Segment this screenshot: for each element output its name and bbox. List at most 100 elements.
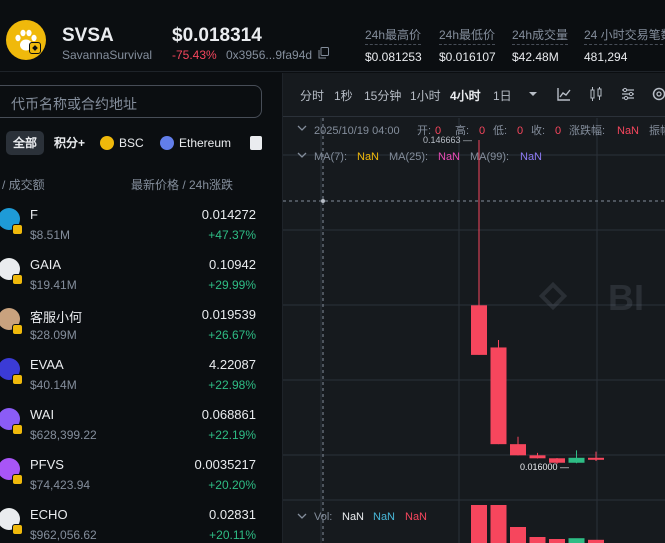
- stat-value: $0.016107: [439, 50, 496, 64]
- chevron-down-icon[interactable]: [525, 86, 541, 102]
- chart-panel: 分时 1秒 15分钟 1小时 4小时 1日 BI 2025/10/19 04:0…: [282, 73, 665, 543]
- token-row-price: 0.02831: [209, 507, 256, 522]
- high-price-label: 0.146663 —: [423, 135, 472, 145]
- token-row-change: +20.20%: [208, 478, 256, 492]
- column-header-price-change[interactable]: 最新价格 / 24h涨跌: [131, 176, 233, 193]
- tab-timeframe-1h[interactable]: 1小时: [410, 87, 441, 104]
- token-row[interactable]: GAIA $19.41M 0.10942 +29.99%: [0, 252, 268, 302]
- settings-sliders-icon[interactable]: [620, 86, 636, 102]
- filter-points[interactable]: 积分+: [54, 131, 85, 155]
- ma25-label: MA(25):: [389, 151, 428, 163]
- token-row-volume: $74,423.94: [30, 478, 91, 492]
- candles: [471, 140, 604, 464]
- token-row-volume: $962,056.62: [30, 528, 97, 542]
- token-row-change: +22.19%: [208, 428, 256, 442]
- token-row-change: +26.67%: [208, 328, 256, 342]
- ma99-label: MA(99):: [470, 151, 509, 163]
- token-row-price: 0.019539: [201, 307, 256, 322]
- filter-ethereum[interactable]: Ethereum: [160, 131, 231, 155]
- candlestick-chart[interactable]: BI 2025/10/19 04:00 开: 0 高: 0 低: 0 收: 0 …: [283, 118, 665, 543]
- stat-label: 24h最低价: [439, 26, 496, 45]
- volume-bar: [549, 539, 565, 543]
- token-list-panel: 代币名称或合约地址 全部 积分+ BSC Ethereum / 成交额 最新价格…: [0, 73, 274, 543]
- bsc-chain-badge: [12, 424, 23, 435]
- vol-label: Vol:: [314, 511, 332, 523]
- volume-bar: [529, 537, 546, 543]
- token-row-volume: $19.41M: [30, 278, 77, 292]
- token-row[interactable]: PFVS $74,423.94 0.0035217 +20.20%: [0, 452, 268, 502]
- vol-value-2: NaN: [373, 511, 395, 523]
- stat-24h-volume: 24h成交量 $42.48M: [512, 26, 569, 64]
- token-row-name: EVAA: [30, 357, 64, 372]
- token-row[interactable]: EVAA $40.14M 4.22087 +22.98%: [0, 352, 268, 402]
- ethereum-icon: [160, 136, 174, 150]
- volume-bars: [471, 505, 604, 543]
- collapse-vol-chevron-icon: [297, 513, 307, 519]
- bsc-chain-badge: [12, 524, 23, 535]
- token-row[interactable]: WAI $628,399.22 0.068861 +22.19%: [0, 402, 268, 452]
- filter-bsc[interactable]: BSC: [100, 131, 144, 155]
- ohlc-change-label: 涨跌幅:: [569, 123, 605, 137]
- token-row[interactable]: ECHO $962,056.62 0.02831 +20.11%: [0, 502, 268, 543]
- bsc-chain-badge: [29, 42, 41, 54]
- contract-address[interactable]: 0x3956...9fa94d: [226, 48, 312, 62]
- candle-body: [529, 455, 546, 459]
- stat-label: 24h最高价: [365, 26, 422, 45]
- collapse-chevron-icon: [297, 125, 307, 131]
- vol-value-3: NaN: [405, 511, 427, 523]
- column-header-volume[interactable]: / 成交额: [2, 176, 45, 193]
- ohlc-high: 0: [479, 125, 485, 137]
- copy-icon[interactable]: [318, 47, 329, 59]
- chart-toolbar: 分时 1秒 15分钟 1小时 4小时 1日: [283, 73, 665, 117]
- candle-body: [471, 305, 487, 355]
- volume-bar: [510, 527, 526, 543]
- candle-body: [568, 457, 585, 463]
- tab-timeframe-line[interactable]: 分时: [300, 87, 324, 104]
- ma25-value: NaN: [438, 151, 460, 163]
- filter-all[interactable]: 全部: [6, 131, 45, 155]
- stat-value: $42.48M: [512, 50, 559, 64]
- price-change: -75.43%: [172, 48, 217, 62]
- stat-24h-trades: 24 小时交易笔数 481,294: [584, 26, 665, 64]
- vol-value-1: NaN: [342, 511, 364, 523]
- token-price: $0.018314: [172, 25, 262, 46]
- token-row-change: +47.37%: [208, 228, 256, 242]
- stat-value: $0.081253: [365, 50, 422, 64]
- bsc-icon: [100, 136, 114, 150]
- token-row-change: +22.98%: [208, 378, 256, 392]
- indicator-icon[interactable]: [556, 86, 572, 102]
- watermark-text: BI: [608, 277, 644, 318]
- volume-bar: [471, 505, 487, 543]
- stat-24h-high: 24h最高价 $0.081253: [365, 26, 422, 64]
- token-row-name: 客服小何: [30, 310, 83, 325]
- filter-bsc-label: BSC: [119, 136, 144, 150]
- ohlc-amplitude-label: 振幅: [649, 123, 665, 137]
- candle-body: [490, 347, 507, 445]
- bsc-chain-badge: [12, 224, 23, 235]
- more-chains-icon[interactable]: [250, 136, 262, 150]
- gear-icon[interactable]: [651, 86, 665, 102]
- token-row-price: 0.0035217: [194, 457, 256, 472]
- tab-timeframe-1d[interactable]: 1日: [493, 87, 512, 104]
- low-price-label: 0.016000 —: [520, 462, 569, 472]
- stat-value: 481,294: [584, 50, 628, 64]
- binance-watermark: BI: [538, 277, 644, 318]
- token-row-price: 0.014272: [201, 207, 256, 222]
- token-row-name: ECHO: [30, 507, 68, 522]
- token-row-name: GAIA: [30, 257, 62, 272]
- token-row[interactable]: 客服小何 $28.09M 0.019539 +26.67%: [0, 302, 268, 352]
- token-row[interactable]: F $8.51M 0.014272 +47.37%: [0, 202, 268, 252]
- candle-style-icon[interactable]: [588, 86, 604, 102]
- filter-ethereum-label: Ethereum: [179, 136, 232, 150]
- token-row-volume: $40.14M: [30, 378, 77, 392]
- search-input[interactable]: 代币名称或合约地址: [0, 85, 262, 118]
- tab-timeframe-1s[interactable]: 1秒: [334, 87, 353, 104]
- tab-timeframe-15m[interactable]: 15分钟: [364, 87, 401, 104]
- filter-bar: 全部 积分+ BSC Ethereum: [6, 131, 274, 155]
- volume-bar: [490, 505, 507, 543]
- token-row-change: +20.11%: [209, 528, 256, 542]
- ma7-label: MA(7):: [314, 151, 347, 163]
- token-row-volume: $28.09M: [30, 328, 77, 342]
- ohlc-low: 0: [517, 125, 523, 137]
- tab-timeframe-4h[interactable]: 4小时: [450, 87, 481, 104]
